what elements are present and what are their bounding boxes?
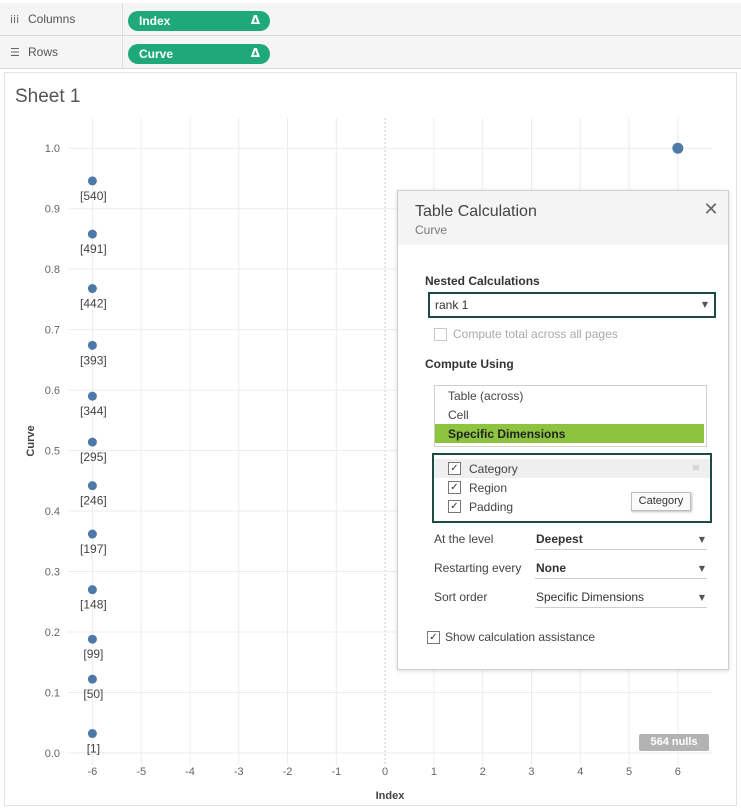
close-icon[interactable]: ✕ bbox=[702, 201, 720, 219]
chevron-down-icon: ▼ bbox=[698, 593, 705, 602]
x-tick-label: -5 bbox=[136, 766, 146, 778]
data-point bbox=[87, 674, 97, 684]
data-point bbox=[87, 437, 97, 447]
x-tick-label: -1 bbox=[331, 766, 341, 778]
dimension-checkbox-region[interactable]: ✓ bbox=[448, 481, 461, 494]
data-point bbox=[87, 585, 97, 595]
specific-dimensions-list: ✓ Category ≡ ✓ Region ✓ Padding bbox=[432, 453, 712, 523]
data-label: [197] bbox=[80, 542, 107, 556]
data-point bbox=[87, 529, 97, 539]
nested-calculations-value: rank 1 bbox=[435, 298, 469, 312]
data-label: [491] bbox=[80, 242, 107, 256]
x-tick-label: -3 bbox=[234, 766, 244, 778]
data-label: [393] bbox=[80, 353, 107, 367]
at-the-level-select[interactable]: Deepest ▼ bbox=[535, 529, 707, 550]
data-point bbox=[87, 284, 97, 294]
compute-option-specific-dimensions[interactable]: Specific Dimensions bbox=[435, 424, 704, 443]
compute-total-checkbox[interactable] bbox=[434, 328, 447, 341]
compute-using-label: Compute Using bbox=[425, 357, 514, 371]
data-point bbox=[87, 634, 97, 644]
compute-option-table-across[interactable]: Table (across) bbox=[435, 386, 704, 405]
data-label: [344] bbox=[80, 404, 107, 418]
chevron-down-icon: ▼ bbox=[698, 535, 705, 544]
data-point bbox=[87, 229, 97, 239]
dialog-subtitle: Curve bbox=[415, 223, 448, 237]
x-tick-label: 5 bbox=[626, 766, 632, 778]
show-assistance-checkbox[interactable]: ✓ bbox=[427, 631, 440, 644]
y-axis-label: Curve bbox=[25, 425, 37, 456]
dialog-title: Table Calculation bbox=[415, 203, 537, 220]
at-the-level-label: At the level bbox=[434, 532, 494, 546]
restarting-every-label: Restarting every bbox=[434, 561, 522, 575]
drag-tooltip: Category bbox=[631, 492, 691, 511]
compute-total-label: Compute total across all pages bbox=[453, 327, 618, 341]
x-tick-label: 2 bbox=[480, 766, 486, 778]
data-point bbox=[87, 176, 97, 186]
show-assistance-label: Show calculation assistance bbox=[445, 630, 596, 644]
y-tick-label: 0.3 bbox=[45, 567, 60, 579]
nested-calculations-label: Nested Calculations bbox=[425, 274, 540, 288]
nested-calculations-select[interactable]: rank 1 ▼ bbox=[428, 292, 716, 318]
data-label: [99] bbox=[83, 647, 103, 661]
x-axis-label: Index bbox=[376, 790, 406, 802]
x-tick-label: 0 bbox=[382, 766, 388, 778]
x-tick-label: 3 bbox=[528, 766, 534, 778]
data-label: [295] bbox=[80, 450, 107, 464]
y-tick-label: 0.8 bbox=[45, 264, 60, 276]
data-point bbox=[87, 481, 97, 491]
data-label: [246] bbox=[80, 494, 107, 508]
y-tick-label: 0.9 bbox=[45, 204, 60, 216]
compute-option-cell[interactable]: Cell bbox=[435, 405, 704, 424]
chevron-down-icon: ▼ bbox=[701, 300, 708, 309]
dimension-row-category[interactable]: ✓ Category ≡ bbox=[434, 459, 710, 478]
data-point bbox=[87, 391, 97, 401]
x-tick-label: 6 bbox=[675, 766, 681, 778]
x-tick-label: 4 bbox=[577, 766, 583, 778]
sort-order-label: Sort order bbox=[434, 590, 488, 604]
dialog-header: Table Calculation Curve ✕ bbox=[398, 191, 728, 245]
y-tick-label: 1.0 bbox=[45, 143, 60, 155]
x-tick-label: -2 bbox=[283, 766, 293, 778]
drag-handle-icon[interactable]: ≡ bbox=[692, 463, 700, 474]
restarting-every-select[interactable]: None ▼ bbox=[535, 558, 707, 579]
y-tick-label: 0.6 bbox=[45, 385, 60, 397]
data-point bbox=[87, 729, 97, 739]
data-point bbox=[87, 340, 97, 350]
chevron-down-icon: ▼ bbox=[698, 564, 705, 573]
y-tick-label: 0.4 bbox=[45, 506, 60, 518]
data-label: [540] bbox=[80, 189, 107, 203]
y-tick-label: 0.0 bbox=[45, 748, 60, 760]
data-label: [148] bbox=[80, 598, 107, 612]
y-tick-label: 0.5 bbox=[45, 446, 60, 458]
dimension-checkbox-category[interactable]: ✓ bbox=[448, 462, 461, 475]
x-tick-label: -4 bbox=[185, 766, 195, 778]
x-tick-label: -6 bbox=[88, 766, 98, 778]
nulls-indicator[interactable]: 564 nulls bbox=[639, 734, 709, 751]
compute-using-list: Table (across) Cell Specific Dimensions bbox=[434, 385, 707, 447]
sort-order-select[interactable]: Specific Dimensions ▼ bbox=[535, 587, 707, 608]
data-label: [50] bbox=[83, 687, 103, 701]
y-tick-label: 0.7 bbox=[45, 325, 60, 337]
y-tick-label: 0.2 bbox=[45, 627, 60, 639]
x-tick-label: 1 bbox=[431, 766, 437, 778]
y-tick-label: 0.1 bbox=[45, 687, 60, 699]
table-calculation-dialog: Table Calculation Curve ✕ Nested Calcula… bbox=[397, 190, 729, 670]
data-point bbox=[672, 142, 684, 154]
data-label: [1] bbox=[87, 742, 100, 756]
data-label: [442] bbox=[80, 297, 107, 311]
dimension-checkbox-padding[interactable]: ✓ bbox=[448, 500, 461, 513]
